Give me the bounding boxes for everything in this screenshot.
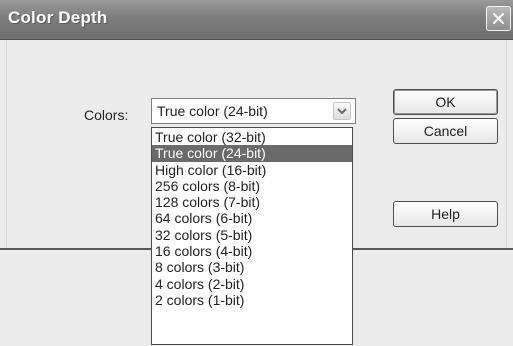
title-bar[interactable]: Color Depth	[0, 0, 513, 40]
chevron-down-icon	[337, 102, 347, 120]
window-title: Color Depth	[8, 8, 108, 27]
dropdown-arrow-button[interactable]	[333, 102, 351, 120]
dropdown-option[interactable]: 32 colors (5-bit)	[152, 227, 352, 243]
dropdown-option[interactable]: 8 colors (3-bit)	[152, 259, 352, 275]
ok-button[interactable]: OK	[393, 89, 498, 115]
dropdown-option[interactable]: 256 colors (8-bit)	[152, 178, 352, 194]
dropdown-option[interactable]: 4 colors (2-bit)	[152, 276, 352, 292]
colors-select[interactable]: True color (24-bit)	[151, 98, 356, 124]
dropdown-option[interactable]: 128 colors (7-bit)	[152, 194, 352, 210]
colors-label: Colors:	[84, 107, 129, 123]
dropdown-option[interactable]: 16 colors (4-bit)	[152, 243, 352, 259]
close-button[interactable]	[486, 6, 511, 31]
close-icon	[492, 12, 505, 25]
dropdown-option[interactable]: High color (16-bit)	[152, 162, 352, 178]
dropdown-option[interactable]: True color (32-bit)	[152, 129, 352, 145]
help-button[interactable]: Help	[393, 201, 498, 227]
dropdown-option[interactable]: 64 colors (6-bit)	[152, 210, 352, 226]
dropdown-option[interactable]: 2 colors (1-bit)	[152, 292, 352, 308]
colors-dropdown-list[interactable]: True color (32-bit) True color (24-bit) …	[151, 127, 353, 345]
cancel-button[interactable]: Cancel	[393, 118, 498, 144]
dropdown-option-selected[interactable]: True color (24-bit)	[152, 145, 352, 162]
screen: Color Depth Colors: True color (24-bit)	[0, 0, 513, 346]
colors-select-value: True color (24-bit)	[157, 103, 268, 119]
